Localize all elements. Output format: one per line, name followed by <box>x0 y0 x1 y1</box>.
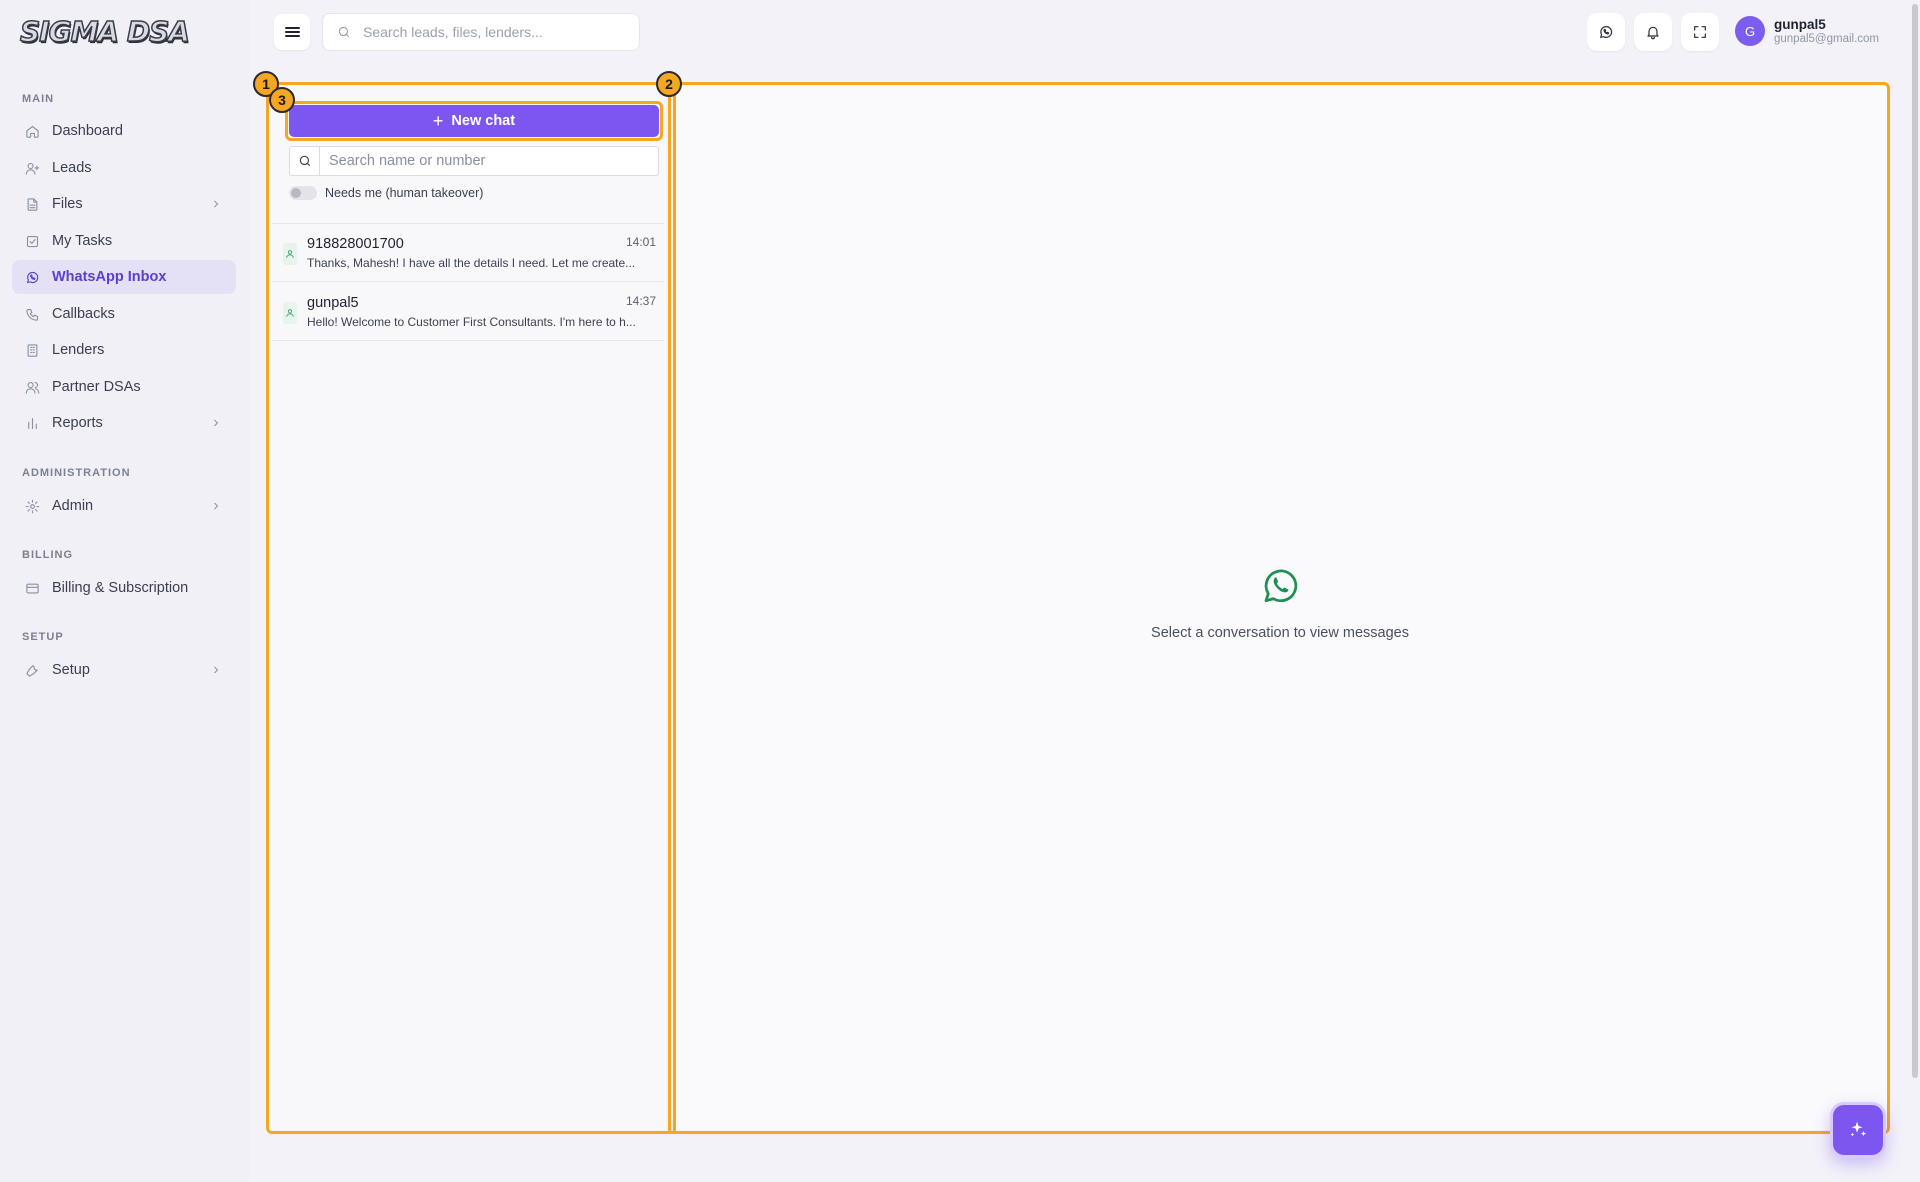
app-logo[interactable]: SIGMA DSA <box>19 14 190 49</box>
chevron-right-icon <box>210 198 222 214</box>
building-icon <box>24 342 40 358</box>
sidebar-item-lenders[interactable]: Lenders <box>12 333 236 367</box>
global-search[interactable] <box>322 13 640 51</box>
sidebar-item-billing-subscription[interactable]: Billing & Subscription <box>12 571 236 605</box>
annotation-badge-3: 3 <box>269 87 295 113</box>
new-chat-label: New chat <box>451 113 516 129</box>
conversation-time: 14:01 <box>625 235 656 249</box>
notifications-button[interactable] <box>1634 13 1672 51</box>
chevron-right-icon <box>210 664 222 680</box>
empty-state: Select a conversation to view messages <box>1100 564 1460 641</box>
wrench-icon <box>24 662 40 678</box>
expand-icon <box>1694 26 1706 38</box>
whatsapp-icon <box>1600 26 1613 38</box>
sidebar-item-label: Setup <box>52 662 90 678</box>
whatsapp-button[interactable] <box>1587 13 1625 51</box>
conversation-preview: Hello! Welcome to Customer First Consult… <box>307 315 636 329</box>
section-title-administration: ADMINISTRATION <box>22 467 131 479</box>
sidebar-item-files[interactable]: Files <box>12 187 236 221</box>
sidebar-item-label: Reports <box>52 415 103 431</box>
sidebar-item-partner-dsas[interactable]: Partner DSAs <box>12 370 236 404</box>
needs-me-label: Needs me (human takeover) <box>325 186 484 200</box>
sidebar-item-leads[interactable]: Leads <box>12 151 236 185</box>
sidebar-item-setup[interactable]: Setup <box>12 653 236 687</box>
sidebar-item-label: Leads <box>52 160 92 176</box>
conversation-item[interactable]: 918828001700 14:01 Thanks, Mahesh! I hav… <box>272 224 664 282</box>
conversation-item[interactable]: gunpal5 14:37 Hello! Welcome to Customer… <box>272 283 664 341</box>
scrollbar-thumb[interactable] <box>1912 4 1918 1078</box>
user-name: gunpal5 <box>1774 16 1826 32</box>
sidebar-item-label: Partner DSAs <box>52 379 141 395</box>
bell-icon <box>1647 26 1659 40</box>
gear-icon <box>24 498 40 514</box>
sidebar-item-admin[interactable]: Admin <box>12 489 236 523</box>
conversation-search[interactable] <box>289 146 659 176</box>
needs-me-toggle[interactable] <box>289 186 317 200</box>
section-title-main: MAIN <box>22 93 55 105</box>
sidebar-item-label: Billing & Subscription <box>52 580 189 596</box>
avatar: G <box>1735 16 1765 46</box>
contact-icon <box>283 243 297 265</box>
sidebar-item-callbacks[interactable]: Callbacks <box>12 297 236 331</box>
user-plus-icon <box>24 160 40 176</box>
search-icon <box>290 147 320 175</box>
conversation-name: 918828001700 <box>307 236 404 252</box>
new-chat-button[interactable]: + New chat <box>289 105 659 137</box>
chevron-right-icon <box>210 417 222 433</box>
sidebar: SIGMA DSA MAIN Dashboard Leads Files My … <box>0 0 250 1182</box>
phone-icon <box>24 306 40 322</box>
checkbox-icon <box>24 233 40 249</box>
highlight-box-2 <box>668 82 676 1134</box>
fullscreen-button[interactable] <box>1681 13 1719 51</box>
conversation-name: gunpal5 <box>307 295 359 311</box>
annotation-badge-2: 2 <box>656 71 682 97</box>
sidebar-item-label: Lenders <box>52 342 105 358</box>
global-search-input[interactable] <box>363 24 633 40</box>
sidebar-item-label: Dashboard <box>52 123 123 139</box>
conversation-preview: Thanks, Mahesh! I have all the details I… <box>307 256 636 270</box>
section-title-setup: SETUP <box>22 631 64 643</box>
home-icon <box>24 123 40 139</box>
page-scrollbar[interactable] <box>1910 0 1920 1182</box>
sidebar-item-label: WhatsApp Inbox <box>52 269 167 285</box>
conversation-search-input[interactable] <box>320 153 650 169</box>
ai-assistant-button[interactable] <box>1830 1102 1886 1158</box>
section-title-billing: BILLING <box>22 549 73 561</box>
empty-state-text: Select a conversation to view messages <box>1151 625 1409 641</box>
bar-chart-icon <box>24 415 40 431</box>
sparkles-icon <box>1850 1121 1867 1137</box>
contact-icon <box>283 302 297 324</box>
sidebar-item-label: Admin <box>52 498 94 514</box>
sidebar-item-label: Callbacks <box>52 306 115 322</box>
sidebar-item-label: Files <box>52 196 83 212</box>
users-icon <box>24 379 40 395</box>
sidebar-item-dashboard[interactable]: Dashboard <box>12 114 236 148</box>
credit-card-icon <box>24 580 40 596</box>
chevron-right-icon <box>210 500 222 516</box>
sidebar-item-whatsapp-inbox[interactable]: WhatsApp Inbox <box>12 260 236 294</box>
whatsapp-icon <box>24 269 40 285</box>
plus-icon: + <box>432 111 444 131</box>
file-icon <box>24 196 40 212</box>
search-icon <box>338 26 350 38</box>
user-menu[interactable]: G gunpal5 gunpal5@gmail.com <box>1735 16 1879 46</box>
menu-toggle-button[interactable] <box>274 14 310 50</box>
whatsapp-icon <box>1264 569 1298 603</box>
sidebar-item-label: My Tasks <box>52 233 113 249</box>
conversation-time: 14:37 <box>625 294 656 308</box>
user-email: gunpal5@gmail.com <box>1774 32 1880 45</box>
sidebar-item-reports[interactable]: Reports <box>12 406 236 440</box>
sidebar-item-my-tasks[interactable]: My Tasks <box>12 224 236 258</box>
needs-me-toggle-row[interactable]: Needs me (human takeover) <box>289 186 483 200</box>
hamburger-icon <box>284 25 300 39</box>
